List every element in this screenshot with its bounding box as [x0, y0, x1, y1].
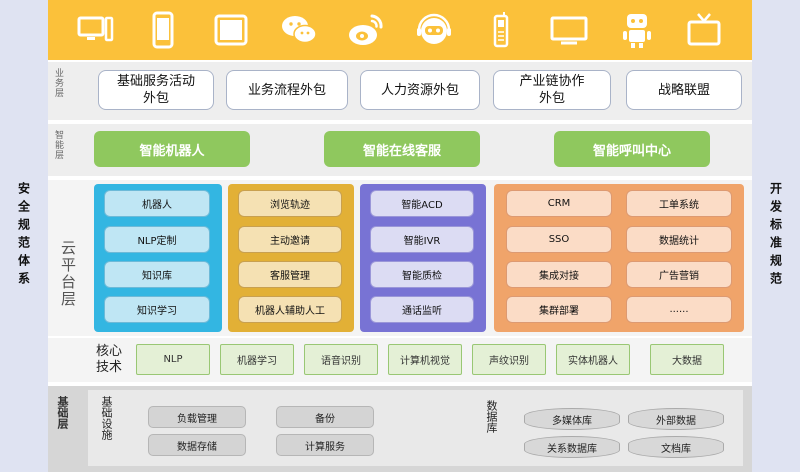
phone-icon: [140, 7, 186, 53]
tech-item: 计算机视觉: [388, 344, 462, 375]
infra-item: 负载管理: [148, 406, 246, 428]
right-pillar-label: 开发标准规范: [768, 182, 783, 290]
db-item: 多媒体库: [524, 408, 620, 430]
biz-item-supply-chain: 产业链协作 外包: [493, 70, 611, 110]
smart-call-center-button: 智能呼叫中心: [554, 131, 710, 167]
cloud-item: 浏览轨迹: [238, 190, 342, 217]
tech-item: 语音识别: [304, 344, 378, 375]
tech-item: 大数据: [650, 344, 724, 375]
weibo-icon: [343, 7, 389, 53]
robot-icon: [614, 7, 660, 53]
cloud-item: 智能ACD: [370, 190, 474, 217]
cloud-item: 客服管理: [238, 261, 342, 288]
cloud-item: 通话监听: [370, 296, 474, 323]
tech-item: NLP: [136, 344, 210, 375]
infra-item: 计算服务: [276, 434, 374, 456]
left-pillar-label: 安全规范体系: [16, 182, 31, 290]
biz-item-alliance: 战略联盟: [626, 70, 742, 110]
biz-item-hr: 人力资源外包: [360, 70, 480, 110]
base-layer: 基础层 基础设施 负载管理 备份 数据存储 计算服务 数据库 多媒体库 外部数据…: [48, 386, 752, 472]
cloud-group-call: 智能ACD 智能IVR 智能质检 通话监听: [360, 184, 486, 332]
db-item: 关系数据库: [524, 436, 620, 458]
core-tech-row: 核心 技术 NLP 机器学习 语音识别 计算机视觉 声纹识别 实体机器人 大数据: [48, 338, 752, 382]
cloud-item: ......: [626, 296, 732, 323]
left-pillar: 安全规范体系: [0, 0, 48, 472]
cloud-item: 知识库: [104, 261, 210, 288]
cloud-item: 机器人: [104, 190, 210, 217]
core-tech-label: 核心 技术: [96, 344, 123, 375]
cloud-item: 集成对接: [506, 261, 612, 288]
cloud-group-service: 浏览轨迹 主动邀请 客服管理 机器人辅助人工: [228, 184, 354, 332]
television-icon: [681, 7, 727, 53]
desktop-icon: [73, 7, 119, 53]
right-pillar: 开发标准规范: [752, 0, 800, 472]
biz-item-basic-service: 基础服务活动 外包: [98, 70, 214, 110]
cloud-item: SSO: [506, 226, 612, 253]
tech-item: 声纹识别: [472, 344, 546, 375]
smart-online-service-button: 智能在线客服: [324, 131, 480, 167]
tv-screen-icon: [546, 7, 592, 53]
biz-item-process: 业务流程外包: [226, 70, 348, 110]
base-layer-panel: 基础设施 负载管理 备份 数据存储 计算服务 数据库 多媒体库 外部数据 关系数…: [88, 390, 743, 466]
tech-item: 机器学习: [220, 344, 294, 375]
cloud-group-integration: CRM 工单系统 SSO 数据统计 集成对接 广告营销 集群部署 ......: [494, 184, 744, 332]
infra-item: 备份: [276, 406, 374, 428]
chatbot-icon: [411, 7, 457, 53]
cloud-item: 集群部署: [506, 296, 612, 323]
wechat-icon: [276, 7, 322, 53]
infra-item: 数据存储: [148, 434, 246, 456]
smart-layer: 智能层 智能机器人 智能在线客服 智能呼叫中心: [48, 124, 752, 176]
cloud-item: 数据统计: [626, 226, 732, 253]
architecture-diagram: 业务层 基础服务活动 外包 业务流程外包 人力资源外包 产业链协作 外包 战略联…: [48, 0, 752, 472]
cloud-layer-label: 云平台层: [59, 240, 77, 308]
db-item: 外部数据: [628, 408, 724, 430]
cloud-item: 广告营销: [626, 261, 732, 288]
cloud-item: 智能IVR: [370, 226, 474, 253]
infrastructure-label: 基础设施: [100, 396, 113, 440]
tech-item: 实体机器人: [556, 344, 630, 375]
cloud-item: 智能质检: [370, 261, 474, 288]
business-layer-label: 业务层: [53, 68, 63, 98]
cloud-layer: 云平台层 机器人 NLP定制 知识库 知识学习 浏览轨迹 主动邀请 客服管理 机…: [48, 180, 752, 336]
cloud-item: 主动邀请: [238, 226, 342, 253]
cloud-item: 工单系统: [626, 190, 732, 217]
device-bar: [48, 0, 752, 60]
walkie-talkie-icon: [478, 7, 524, 53]
business-layer: 业务层 基础服务活动 外包 业务流程外包 人力资源外包 产业链协作 外包 战略联…: [48, 62, 752, 120]
tablet-icon: [208, 7, 254, 53]
cloud-item: 知识学习: [104, 296, 210, 323]
db-item: 文档库: [628, 436, 724, 458]
database-label: 数据库: [485, 400, 498, 433]
cloud-item: CRM: [506, 190, 612, 217]
base-layer-label: 基础层: [56, 396, 69, 429]
smart-robot-button: 智能机器人: [94, 131, 250, 167]
smart-layer-label: 智能层: [53, 130, 63, 160]
cloud-group-robot: 机器人 NLP定制 知识库 知识学习: [94, 184, 222, 332]
cloud-item: NLP定制: [104, 226, 210, 253]
cloud-item: 机器人辅助人工: [238, 296, 342, 323]
